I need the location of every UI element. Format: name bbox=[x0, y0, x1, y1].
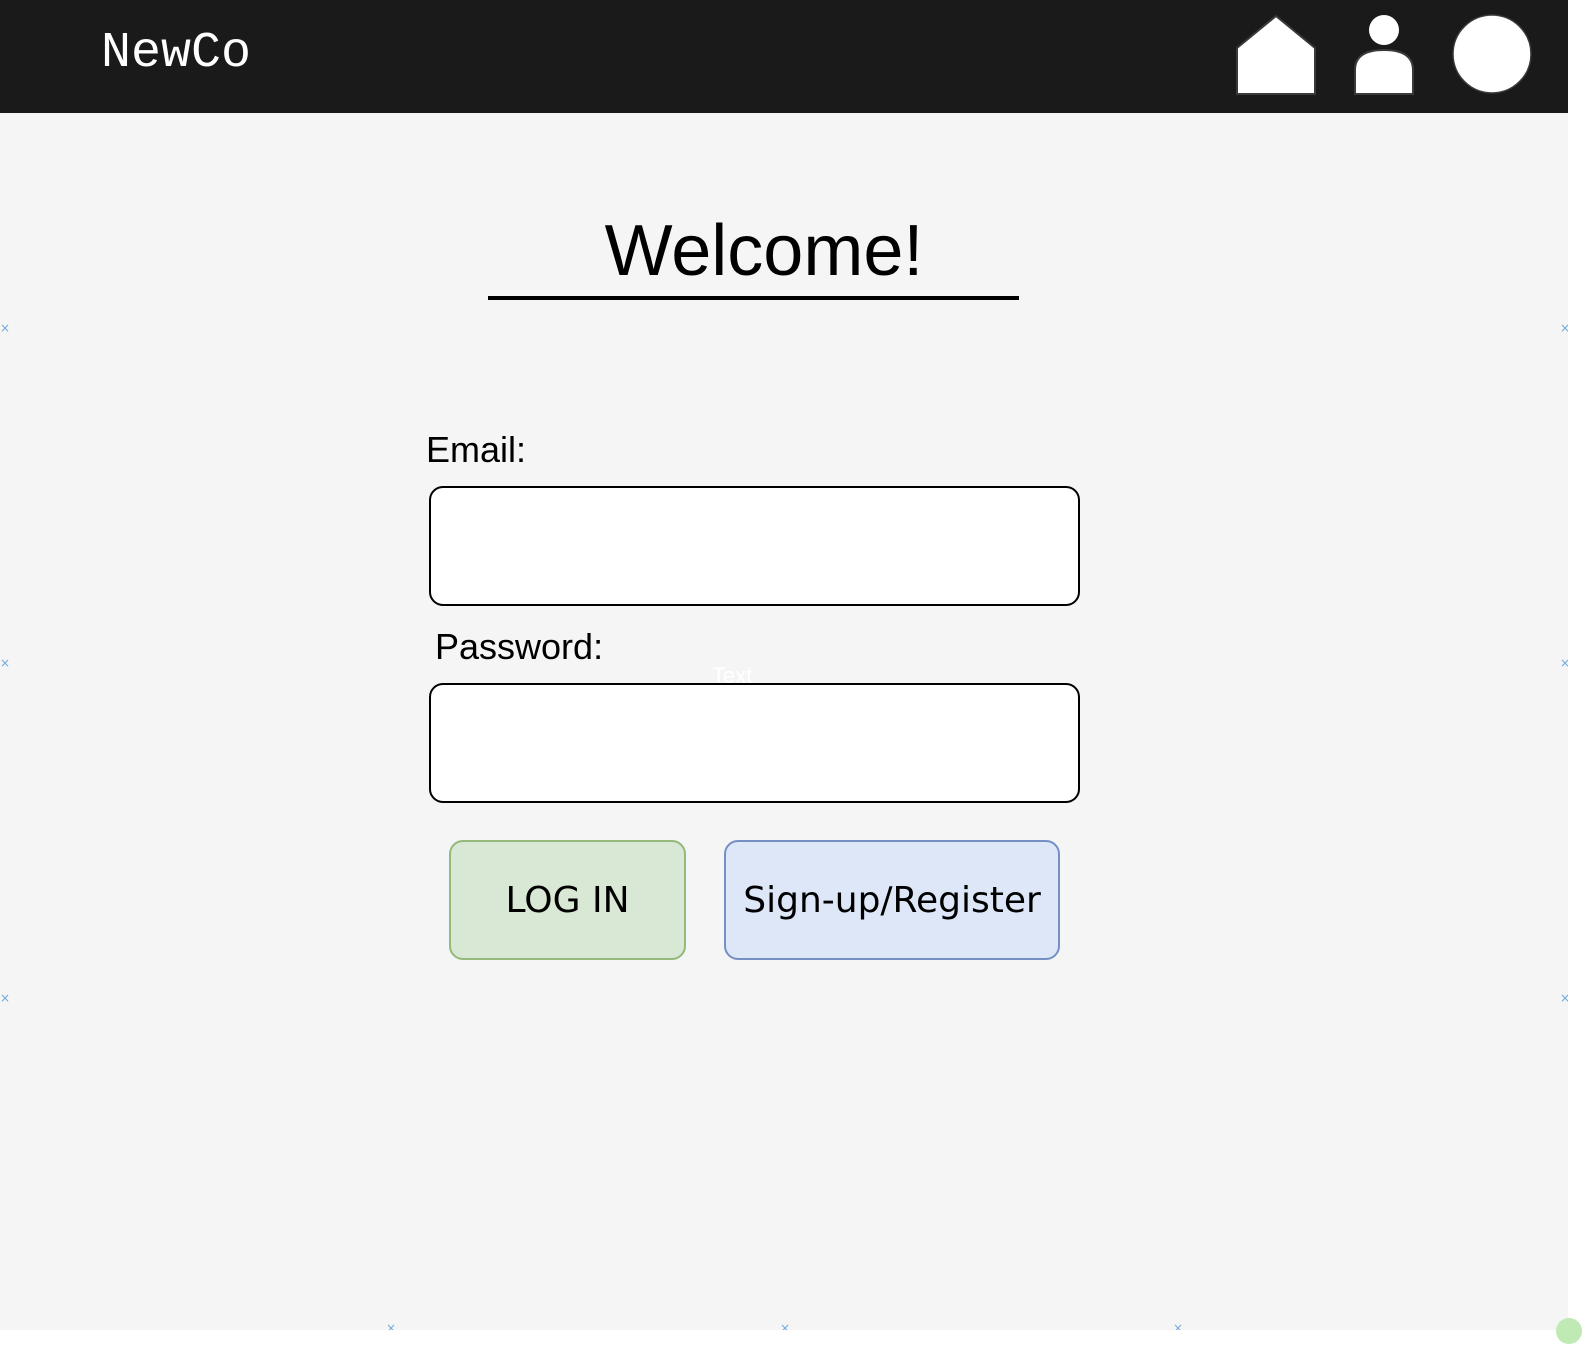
login-button[interactable]: LOG IN bbox=[449, 840, 686, 960]
edge-marker-icon: × bbox=[0, 656, 11, 670]
password-field[interactable] bbox=[429, 683, 1080, 803]
edge-marker-icon: × bbox=[0, 321, 11, 335]
edge-marker-icon: × bbox=[1173, 1321, 1184, 1330]
brand-logo[interactable]: NewCo bbox=[101, 24, 251, 84]
email-label: Email: bbox=[426, 429, 527, 470]
home-icon[interactable] bbox=[1235, 14, 1317, 96]
title-underline bbox=[488, 296, 1019, 300]
canvas: NewCo Welcome! Email: Password: Text LOG… bbox=[0, 0, 1568, 1330]
edge-marker-icon: × bbox=[780, 1321, 791, 1330]
login-button-label: LOG IN bbox=[505, 879, 630, 921]
page-title: Welcome! bbox=[604, 211, 924, 291]
resize-handle[interactable] bbox=[1556, 1318, 1582, 1344]
signup-register-button[interactable]: Sign-up/Register bbox=[724, 840, 1060, 960]
edge-marker-icon: × bbox=[0, 991, 11, 1005]
email-field[interactable] bbox=[429, 486, 1080, 606]
top-navigation-bar: NewCo bbox=[0, 0, 1568, 113]
signup-button-label: Sign-up/Register bbox=[743, 879, 1041, 921]
edge-marker-icon: × bbox=[386, 1321, 397, 1330]
avatar[interactable] bbox=[1452, 14, 1532, 94]
user-icon[interactable] bbox=[1352, 14, 1416, 96]
edge-marker-icon: × bbox=[1560, 321, 1568, 335]
edge-marker-icon: × bbox=[1560, 656, 1568, 670]
edge-marker-icon: × bbox=[1560, 991, 1568, 1005]
password-label: Password: bbox=[435, 626, 604, 667]
placeholder-text-overlay: Text bbox=[712, 663, 753, 688]
